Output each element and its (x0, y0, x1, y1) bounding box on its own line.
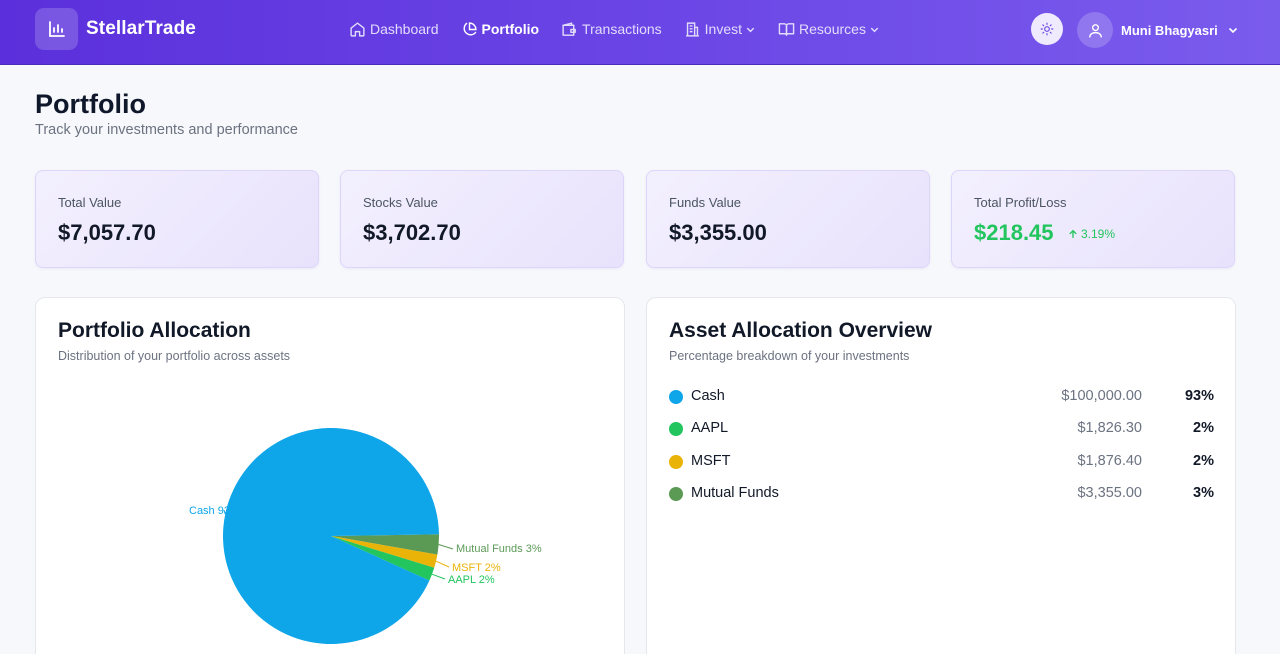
pie-chart-icon (463, 21, 477, 35)
page-title: Portfolio (35, 89, 146, 119)
asset-percent: 3% (1193, 485, 1214, 501)
stat-card-funds-value: Funds Value $3,355.00 (646, 170, 930, 268)
pie-label-msft: MSFT 2% (452, 562, 501, 574)
color-dot (669, 455, 683, 469)
stat-label: Funds Value (669, 195, 742, 210)
page-subtitle: Track your investments and performance (35, 122, 298, 138)
nav-transactions[interactable]: Transactions (561, 19, 662, 39)
asset-name: MSFT (691, 453, 731, 469)
theme-toggle-button[interactable] (1031, 13, 1063, 45)
chevron-down-icon (870, 27, 879, 32)
brand[interactable]: StellarTrade (35, 8, 196, 50)
book-open-icon (778, 22, 795, 36)
profit-change: 3.19% (1068, 227, 1115, 241)
color-dot (669, 422, 683, 436)
home-icon (350, 21, 365, 37)
nav-invest-label: Invest (704, 21, 743, 37)
nav-portfolio-label: Portfolio (481, 21, 540, 37)
stat-value: $218.45 (974, 220, 1054, 245)
asset-amount: $1,876.40 (1077, 453, 1142, 469)
user-icon (1088, 23, 1102, 38)
chevron-down-icon (746, 27, 755, 32)
nav-resources[interactable]: Resources (778, 19, 880, 39)
asset-percent: 93% (1184, 388, 1214, 404)
nav-invest[interactable]: Invest (684, 19, 756, 39)
stat-label: Total Value (58, 195, 122, 210)
stat-card-stocks-value: Stocks Value $3,702.70 (340, 170, 624, 268)
stat-card-profit-loss: Total Profit/Loss $218.45 3.19% (951, 170, 1235, 268)
stat-value: $3,355.00 (669, 220, 767, 245)
pie-chart: Mutual Funds 3% MSFT 2%AAPL 2% Cash 93% (189, 427, 542, 644)
asset-amount: $1,826.30 (1077, 420, 1142, 436)
nav-portfolio[interactable]: Portfolio (461, 19, 540, 39)
asset-percent: 2% (1193, 420, 1214, 436)
label-leader-line (435, 560, 450, 568)
asset-percent: 2% (1193, 453, 1214, 469)
allocation-row-aapl: AAPL $1,826.30 2% (669, 419, 1214, 439)
chart-logo-icon (35, 8, 78, 50)
allocation-row-mutual-funds: Mutual Funds $3,355.00 3% (669, 484, 1214, 504)
user-menu[interactable]: Muni Bhagyasri (1077, 12, 1239, 48)
avatar (1077, 12, 1113, 48)
asset-name: Cash (691, 388, 725, 404)
building-icon (685, 21, 699, 37)
panel-title: Asset Allocation Overview (669, 319, 932, 342)
label-leader-line (438, 543, 454, 550)
stat-value: $3,702.70 (363, 220, 461, 245)
asset-name: AAPL (691, 420, 729, 436)
color-dot (669, 390, 683, 404)
pie-label-mutual-funds: Mutual Funds 3% (456, 543, 542, 555)
asset-name: Mutual Funds (691, 485, 779, 501)
panel-subtitle: Percentage breakdown of your investments (669, 349, 910, 363)
top-navbar: StellarTrade Dashboard Portfolio Transac… (0, 0, 1280, 65)
nav-transactions-label: Transactions (582, 21, 662, 37)
allocation-row-cash: Cash $100,000.00 93% (669, 387, 1214, 407)
main-nav: Dashboard Portfolio Transactions Invest … (349, 19, 902, 39)
nav-resources-label: Resources (799, 21, 866, 37)
user-name: Muni Bhagyasri (1121, 22, 1218, 38)
wallet-icon (562, 21, 576, 36)
asset-overview-panel: Asset Allocation Overview Percentage bre… (646, 297, 1236, 654)
stat-label: Stocks Value (363, 195, 438, 210)
brand-name: StellarTrade (86, 18, 196, 39)
stat-card-total-value: Total Value $7,057.70 (35, 170, 319, 268)
chevron-down-icon (1228, 27, 1237, 34)
portfolio-allocation-panel: Portfolio Allocation Distribution of you… (35, 297, 625, 654)
stat-value: $7,057.70 (58, 220, 156, 245)
asset-amount: $3,355.00 (1077, 485, 1142, 501)
nav-dashboard-label: Dashboard (370, 21, 439, 37)
asset-amount: $100,000.00 (1061, 388, 1142, 404)
allocation-row-msft: MSFT $1,876.40 2% (669, 452, 1214, 472)
profit-change-percent: 3.19% (1081, 227, 1116, 241)
pie-label-aapl: AAPL 2% (448, 574, 495, 586)
pie-label-cash: Cash 93% (189, 505, 240, 517)
color-dot (669, 487, 683, 501)
nav-dashboard[interactable]: Dashboard (349, 19, 439, 39)
sun-icon (1040, 22, 1054, 36)
stat-label: Total Profit/Loss (974, 195, 1067, 210)
arrow-up-icon (1069, 229, 1077, 238)
label-leader-line (431, 573, 446, 580)
